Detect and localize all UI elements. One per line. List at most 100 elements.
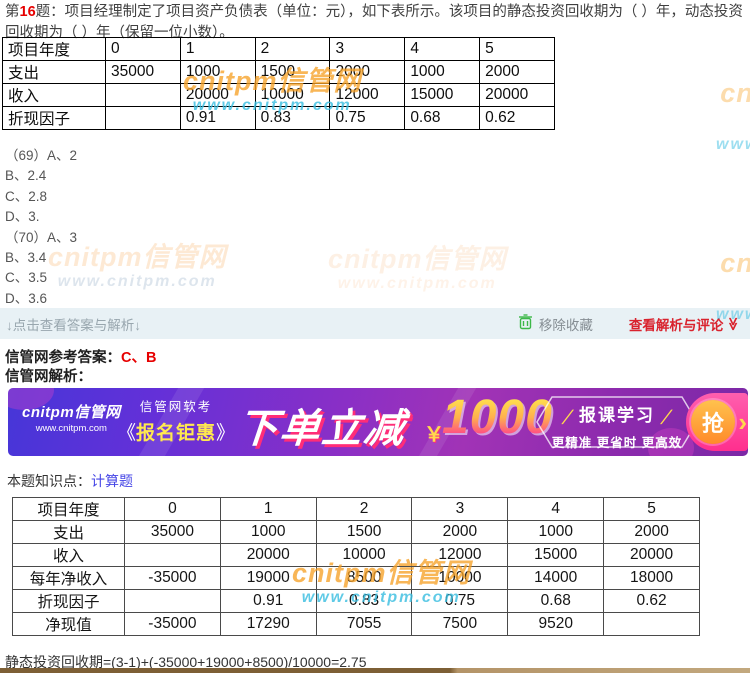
row-header-cell: 折现因子 (3, 107, 106, 130)
question-prefix: 第 (5, 4, 20, 20)
row-header-cell: 收入 (3, 84, 106, 107)
table-cell: 4 (508, 498, 604, 521)
table-cell: 9520 (508, 613, 604, 636)
table-cell: 35000 (106, 61, 181, 84)
table-cell: 2 (255, 38, 330, 61)
table-cell: 1000 (405, 61, 480, 84)
table-cell: 0.83 (255, 107, 330, 130)
table-cell: 10000 (316, 544, 412, 567)
option-70-a: （70）A、3 (5, 226, 77, 246)
table-cell: 0 (106, 38, 181, 61)
table-cell: 0.75 (330, 107, 405, 130)
table-cell: 8500 (316, 567, 412, 590)
table-row: 折现因子 0.910.830.750.680.62 (3, 107, 555, 130)
row-header-cell: 收入 (13, 544, 125, 567)
table-cell: 2000 (604, 521, 700, 544)
table-cell: 20000 (220, 544, 316, 567)
table-row: 净现值-3500017290705575009520 (13, 613, 700, 636)
table-cell: 5 (480, 38, 555, 61)
banner-tagline-main: 报名钜惠 (136, 418, 216, 445)
options-list: （69）A、2 B、2.4 C、2.8 D、3. （70）A、3 B、3.4 C… (5, 144, 77, 307)
knowledge-label: 本题知识点： (7, 473, 91, 489)
banner-headline: 下单立减 (235, 396, 408, 454)
cta-capsule: 抢 › (686, 393, 748, 451)
table-cell: 5 (604, 498, 700, 521)
table-cell (106, 107, 181, 130)
table-cell: 2000 (412, 521, 508, 544)
table-cell: 7055 (316, 613, 412, 636)
answer-hint: ↓点击查看答案与解析↓ (0, 314, 141, 334)
hexagon-frame (536, 396, 698, 448)
table-cell: 12000 (412, 544, 508, 567)
table-cell: 35000 (125, 521, 221, 544)
table-cell: 1500 (316, 521, 412, 544)
option-69-c: C、2.8 (5, 185, 77, 205)
grab-button[interactable]: 抢 (691, 400, 735, 444)
table-cell: 0.75 (412, 590, 508, 613)
table-cell: 0.62 (480, 107, 555, 130)
banner-logo: cnitpm信管网 www.cnitpm.com (22, 405, 121, 434)
option-69-a: （69）A、2 (5, 144, 77, 164)
reference-answer-value: C、B (121, 350, 156, 366)
table-cell: 1000 (508, 521, 604, 544)
watermark-line1: cnitpm信管网 (328, 246, 507, 273)
table-cell: 14000 (508, 567, 604, 590)
table-cell: 0.68 (508, 590, 604, 613)
table-cell: 3 (412, 498, 508, 521)
table-cell: -35000 (125, 613, 221, 636)
banner-tagline-top: 信管网软考 (112, 396, 240, 415)
table-cell (106, 84, 181, 107)
table-cell: 10000 (255, 84, 330, 107)
table-cell: 0 (125, 498, 221, 521)
bracket-right: 》 (216, 418, 235, 445)
bracket-left: 《 (117, 418, 136, 445)
table-row: 每年净收入-35000190008500100001400018000 (13, 567, 700, 590)
banner-logo-url: www.cnitpm.com (22, 424, 121, 434)
table-cell: 12000 (330, 84, 405, 107)
table-cell (125, 590, 221, 613)
banner-course-box: ╱ 报课学习 ╱ 更精准 更省时 更高效 (536, 396, 698, 448)
table-cell: 2000 (480, 61, 555, 84)
table-cell: 19000 (220, 567, 316, 590)
table-cell: 15000 (405, 84, 480, 107)
table-cell: 0.91 (180, 107, 255, 130)
knowledge-link[interactable]: 计算题 (91, 473, 133, 489)
table-cell: 4 (405, 38, 480, 61)
answer-bar-actions: 移除收藏 查看解析与评论 ≫ (518, 314, 750, 334)
table-cell: 17290 (220, 613, 316, 636)
promo-banner[interactable]: cnitpm信管网 www.cnitpm.com 信管网软考 《 报名钜惠 》 … (8, 388, 748, 456)
table-cell: 20000 (604, 544, 700, 567)
question-suffix: 题： (36, 4, 65, 20)
row-header-cell: 净现值 (13, 613, 125, 636)
watermark-line2: www.cnitpm.com (328, 276, 507, 292)
table-cell: 1000 (180, 61, 255, 84)
trash-icon (518, 314, 533, 333)
table-cell: 2 (316, 498, 412, 521)
view-analysis-button[interactable]: 查看解析与评论 ≫ (629, 314, 740, 334)
table-cell: 0.68 (405, 107, 480, 130)
option-69-d: D、3. (5, 205, 77, 225)
watermark-line1: cnitpm信管网 (716, 250, 750, 304)
row-header-cell: 每年净收入 (13, 567, 125, 590)
table-row: 项目年度012345 (13, 498, 700, 521)
arrow-right-icon: › (738, 407, 747, 438)
knowledge-point: 本题知识点：计算题 (7, 471, 133, 491)
table-cell: 1 (180, 38, 255, 61)
row-header-cell: 支出 (3, 61, 106, 84)
table-cell: 1000 (220, 521, 316, 544)
bottom-divider (0, 668, 750, 673)
table-cell: 0.62 (604, 590, 700, 613)
table-cell (125, 544, 221, 567)
row-header-cell: 支出 (13, 521, 125, 544)
banner-logo-title: cnitpm信管网 (22, 405, 121, 422)
watermark-line1: cnitpm信管网 (716, 80, 750, 134)
table-cell: 20000 (180, 84, 255, 107)
answer-bar: ↓点击查看答案与解析↓ 移除收藏 查看解析与评论 ≫ (0, 308, 750, 339)
table-cell: 2000 (330, 61, 405, 84)
table-row: 项目年度012345 (3, 38, 555, 61)
reference-answer: 信管网参考答案：C、B (5, 346, 156, 367)
view-analysis-label: 查看解析与评论 (629, 314, 724, 334)
table-cell (604, 613, 700, 636)
remove-favorite-button[interactable]: 移除收藏 (518, 314, 593, 334)
banner-currency: ￥ (424, 418, 444, 447)
